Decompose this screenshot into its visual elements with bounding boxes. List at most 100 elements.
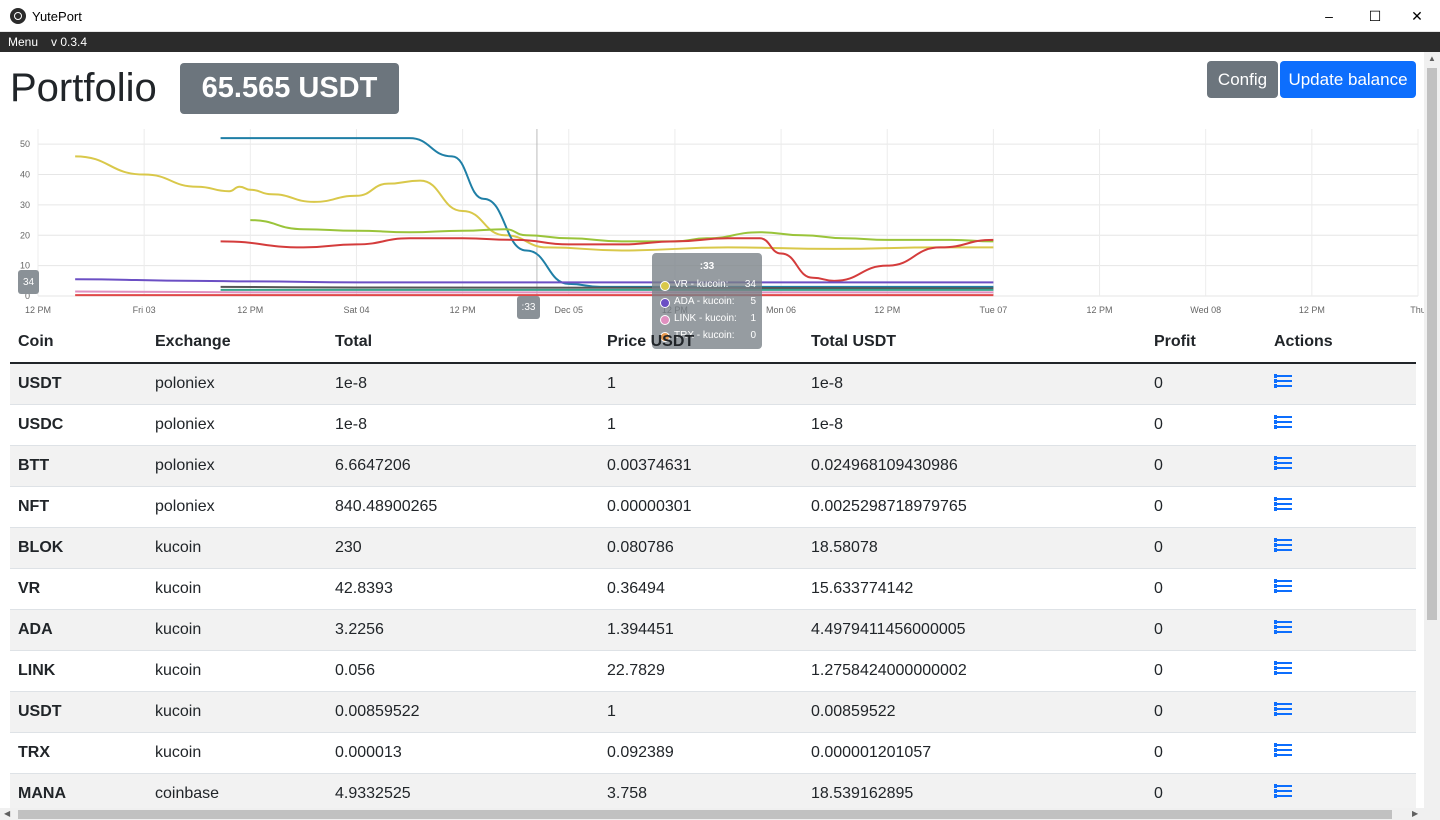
crosshair-y-label: 34 (18, 270, 39, 294)
column-header-price[interactable]: Price USDT (599, 322, 803, 364)
app-logo-icon (10, 8, 26, 24)
price-cell: 22.7829 (599, 650, 803, 692)
series-line (250, 219, 994, 243)
window-titlebar: YutePort – ☐ ✕ (0, 0, 1440, 32)
table-row: USDT kucoin 0.00859522 1 0.00859522 0 (10, 691, 1416, 733)
update-balance-button[interactable]: Update balance (1280, 61, 1416, 98)
total-usdt-cell: 0.000001201057 (803, 732, 1146, 774)
actions-cell (1266, 650, 1416, 692)
column-header-coin[interactable]: Coin (10, 322, 147, 364)
total-cell: 840.48900265 (327, 486, 599, 528)
table-row: MANA coinbase 4.9332525 3.758 18.539162895 0 (10, 773, 1416, 808)
maximize-button[interactable]: ☐ (1352, 0, 1398, 32)
table-row: USDC poloniex 1e-8 1 1e-8 0 (10, 404, 1416, 446)
list-actions-icon[interactable] (1274, 374, 1292, 389)
total-cell: 1e-8 (327, 363, 599, 405)
total-cell: 6.6647206 (327, 445, 599, 487)
y-tick-label: 20 (20, 230, 30, 240)
total-cell: 42.8393 (327, 568, 599, 610)
exchange-cell: poloniex (147, 404, 327, 446)
coins-table: Coin Exchange Total Price USDT Total USD… (10, 322, 1416, 808)
table-row: TRX kucoin 0.000013 0.092389 0.000001201057 0 (10, 732, 1416, 774)
scroll-left-arrow-icon[interactable]: ◀ (4, 809, 10, 818)
window-title: YutePort (32, 9, 82, 24)
price-cell: 0.00374631 (599, 445, 803, 487)
actions-cell (1266, 404, 1416, 446)
x-tick-label: Thu (1410, 305, 1424, 315)
price-cell: 0.00000301 (599, 486, 803, 528)
column-header-exchange[interactable]: Exchange (147, 322, 327, 364)
tooltip-title: :33 (699, 261, 715, 272)
horizontal-scroll-thumb[interactable] (18, 810, 1392, 819)
column-header-total-usdt[interactable]: Total USDT (803, 322, 1146, 364)
tooltip-item: ADA - kucoin: 5 (660, 296, 756, 310)
x-tick-label: 12 PM (450, 305, 476, 315)
tooltip-label: VR - kucoin: (674, 279, 729, 290)
exchange-cell: kucoin (147, 527, 327, 569)
tooltip-swatch (660, 298, 670, 308)
profit-cell: 0 (1146, 568, 1266, 610)
price-cell: 0.092389 (599, 732, 803, 774)
exchange-cell: coinbase (147, 773, 327, 808)
total-usdt-cell: 15.633774142 (803, 568, 1146, 610)
config-button[interactable]: Config (1207, 61, 1278, 98)
menu-button[interactable]: Menu (8, 35, 38, 49)
minimize-button[interactable]: – (1306, 0, 1352, 32)
series-line (220, 137, 994, 288)
table-row: BTT poloniex 6.6647206 0.00374631 0.02496810… (10, 445, 1416, 487)
exchange-cell: poloniex (147, 445, 327, 487)
profit-cell: 0 (1146, 404, 1266, 446)
vertical-scroll-thumb[interactable] (1427, 68, 1437, 620)
x-tick-label: 12 PM (237, 305, 263, 315)
scroll-up-arrow-icon[interactable]: ▲ (1428, 54, 1436, 63)
price-cell: 1 (599, 691, 803, 733)
close-button[interactable]: ✕ (1394, 0, 1440, 32)
menu-bar: Menu v 0.3.4 (0, 32, 1440, 52)
coin-cell: USDT (10, 691, 147, 733)
x-tick-label: 12 PM (25, 305, 51, 315)
list-actions-icon[interactable] (1274, 661, 1292, 675)
list-actions-icon[interactable] (1274, 743, 1292, 757)
price-cell: 0.080786 (599, 527, 803, 569)
total-cell: 0.000013 (327, 732, 599, 774)
total-cell: 1e-8 (327, 404, 599, 446)
coin-cell: MANA (10, 773, 147, 808)
vertical-scrollbar[interactable]: ▲ (1424, 52, 1440, 808)
x-tick-label: 12 PM (1087, 305, 1113, 315)
total-cell: 230 (327, 527, 599, 569)
coin-cell: BTT (10, 445, 147, 487)
crosshair-x-label: :33 (517, 296, 540, 319)
actions-cell (1266, 568, 1416, 610)
total-cell: 3.2256 (327, 609, 599, 651)
profit-cell: 0 (1146, 609, 1266, 651)
coin-cell: TRX (10, 732, 147, 774)
list-actions-icon[interactable] (1274, 497, 1292, 511)
profit-cell: 0 (1146, 691, 1266, 733)
list-actions-icon[interactable] (1274, 415, 1292, 429)
table-header-row: Coin Exchange Total Price USDT Total USD… (10, 322, 1416, 364)
actions-cell (1266, 609, 1416, 651)
series-line (75, 278, 994, 284)
coin-cell: USDT (10, 363, 147, 405)
table-row: VR kucoin 42.8393 0.36494 15.633774142 0 (10, 568, 1416, 610)
column-header-actions: Actions (1266, 322, 1416, 364)
profit-cell: 0 (1146, 486, 1266, 528)
table-row: USDT poloniex 1e-8 1 1e-8 0 (10, 363, 1416, 405)
column-header-total[interactable]: Total (327, 322, 599, 364)
list-actions-icon[interactable] (1274, 579, 1292, 593)
list-actions-icon[interactable] (1274, 456, 1292, 470)
column-header-profit[interactable]: Profit (1146, 322, 1266, 364)
total-usdt-cell: 0.024968109430986 (803, 445, 1146, 487)
y-tick-label: 50 (20, 139, 30, 149)
list-actions-icon[interactable] (1274, 538, 1292, 552)
list-actions-icon[interactable] (1274, 702, 1292, 716)
horizontal-scrollbar[interactable]: ◀ ▶ (0, 808, 1440, 820)
scroll-right-arrow-icon[interactable]: ▶ (1412, 809, 1418, 818)
y-tick-label: 40 (20, 170, 30, 180)
version-label: v 0.3.4 (51, 35, 88, 49)
list-actions-icon[interactable] (1274, 620, 1292, 634)
x-tick-label: Sat 04 (343, 305, 369, 315)
tooltip-item: VR - kucoin: 34 (660, 279, 756, 293)
list-actions-icon[interactable] (1274, 784, 1292, 798)
page-title: Portfolio (10, 66, 157, 110)
